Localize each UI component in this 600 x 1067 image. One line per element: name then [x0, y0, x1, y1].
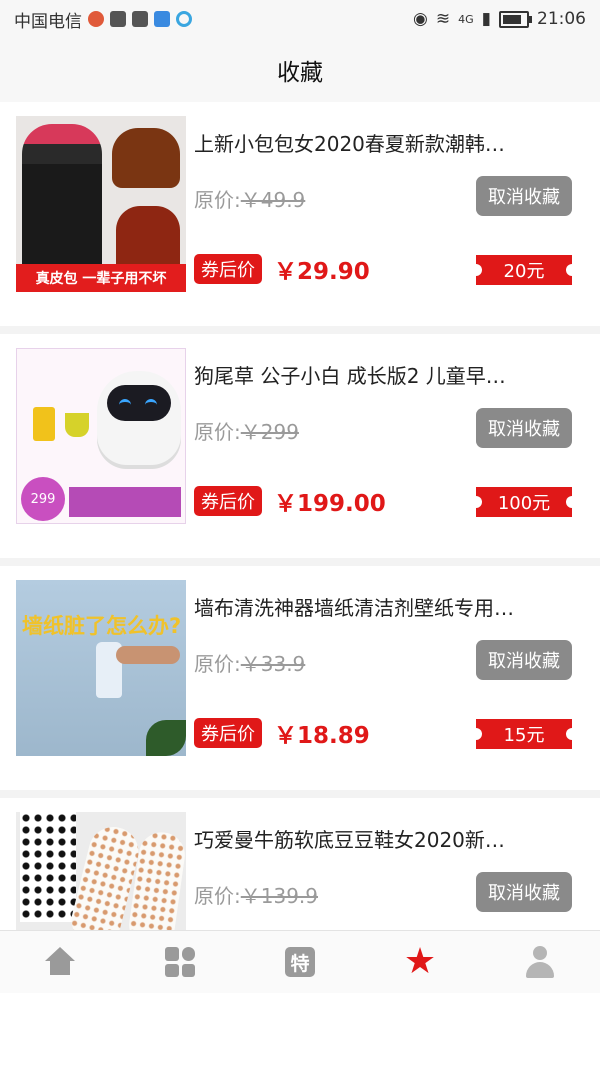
message-icon — [154, 11, 170, 27]
product-thumbnail[interactable]: 墙纸脏了怎么办? — [16, 580, 186, 756]
product-title[interactable]: 上新小包包女2020春夏新款潮韩… — [194, 128, 584, 157]
original-price-value: ￥299 — [240, 420, 299, 444]
product-title[interactable]: 墙布清洗神器墙纸清洁剂壁纸专用… — [194, 592, 584, 621]
wifi-icon: ≋ — [435, 9, 451, 29]
coupon-price-tag: 券后价 — [194, 718, 262, 748]
product-thumbnail[interactable] — [16, 812, 186, 930]
coupon-price: ￥18.89 — [274, 723, 370, 749]
star-icon: ★ — [403, 941, 437, 982]
coupon-price: ￥29.90 — [274, 259, 370, 285]
cancel-favorite-button[interactable]: 取消收藏 — [476, 176, 572, 216]
model-image — [22, 124, 102, 274]
coupon-price-tag: 券后价 — [194, 486, 262, 516]
list-item[interactable]: 墙纸脏了怎么办? 墙布清洗神器墙纸清洁剂壁纸专用… 原价:￥33.9 取消收藏 … — [0, 566, 600, 790]
robot-image — [97, 371, 181, 469]
category-icon — [165, 947, 195, 977]
cup-image — [33, 407, 55, 441]
list-item[interactable]: 299 狗尾草 公子小白 成长版2 儿童早… 原价:￥299 取消收藏 券后价 … — [0, 334, 600, 558]
price-badge: 299 — [21, 477, 65, 521]
coupon-price: ￥199.00 — [274, 491, 386, 517]
home-icon — [45, 947, 75, 977]
carrier-label: 中国电信 — [14, 11, 82, 32]
product-title[interactable]: 狗尾草 公子小白 成长版2 儿童早… — [194, 360, 584, 389]
blank-area — [0, 993, 600, 1067]
cancel-favorite-button[interactable]: 取消收藏 — [476, 872, 572, 912]
robot-eye — [145, 399, 157, 408]
coupon-badge[interactable]: 15元 — [470, 719, 578, 749]
original-price-label: 原价: — [194, 420, 241, 444]
page-header: 收藏 — [0, 38, 600, 102]
product-title[interactable]: 巧爱曼牛筋软底豆豆鞋女2020新… — [194, 824, 584, 853]
basket-image — [65, 413, 89, 437]
coupon-price-tag: 券后价 — [194, 254, 262, 284]
list-item[interactable]: 真皮包 一辈子用不坏 上新小包包女2020春夏新款潮韩… 原价:￥49.9 取消… — [0, 102, 600, 326]
weather-icon — [110, 11, 126, 27]
tab-home[interactable] — [30, 937, 90, 987]
cancel-favorite-button[interactable]: 取消收藏 — [476, 408, 572, 448]
coupon-badge[interactable]: 100元 — [470, 487, 578, 517]
bag-image — [112, 128, 180, 188]
promo-strip — [69, 487, 181, 517]
product-thumbnail[interactable]: 真皮包 一辈子用不坏 — [16, 116, 186, 292]
robot-eye — [119, 399, 131, 408]
tab-special[interactable]: 特 — [270, 937, 330, 987]
clock: 21:06 — [537, 9, 586, 29]
thumbnail-headline: 墙纸脏了怎么办? — [22, 614, 182, 638]
original-price-value: ￥49.9 — [240, 188, 306, 212]
page-title: 收藏 — [277, 60, 323, 86]
original-price-label: 原价: — [194, 884, 241, 908]
cancel-favorite-button[interactable]: 取消收藏 — [476, 640, 572, 680]
original-price: 原价:￥139.9 — [194, 880, 318, 909]
robot-face — [107, 385, 171, 421]
special-icon: 特 — [285, 947, 315, 977]
tab-favorites[interactable]: ★ — [390, 937, 450, 987]
dress-image — [20, 812, 76, 922]
list-item[interactable]: 巧爱曼牛筋软底豆豆鞋女2020新… 原价:￥139.9 取消收藏 — [0, 798, 600, 930]
arm-image — [116, 646, 180, 664]
tab-category[interactable] — [150, 937, 210, 987]
status-bar: 中国电信 ◉ ≋ 4G ▮ 21:06 — [0, 0, 600, 38]
original-price: 原价:￥49.9 — [194, 184, 305, 213]
bottom-tab-bar: 特 ★ — [0, 930, 600, 993]
product-thumbnail[interactable]: 299 — [16, 348, 186, 524]
original-price-label: 原价: — [194, 188, 241, 212]
original-price-value: ￥139.9 — [240, 884, 319, 908]
original-price-value: ￥33.9 — [240, 652, 306, 676]
coupon-badge[interactable]: 20元 — [470, 255, 578, 285]
battery-icon — [499, 10, 532, 28]
app-notification-icon — [132, 11, 148, 27]
plant-image — [146, 720, 186, 756]
thumbnail-banner: 真皮包 一辈子用不坏 — [16, 264, 186, 292]
original-price: 原价:￥33.9 — [194, 648, 305, 677]
notification-icon — [88, 11, 104, 27]
tab-profile[interactable] — [510, 937, 570, 987]
eye-icon: ◉ — [413, 9, 428, 29]
user-icon — [524, 946, 556, 978]
signal-icon: ▮ — [481, 9, 491, 29]
original-price-label: 原价: — [194, 652, 241, 676]
original-price: 原价:￥299 — [194, 416, 299, 445]
network-label: 4G — [458, 12, 474, 26]
sync-icon — [176, 11, 192, 27]
favorites-list[interactable]: 真皮包 一辈子用不坏 上新小包包女2020春夏新款潮韩… 原价:￥49.9 取消… — [0, 102, 600, 930]
